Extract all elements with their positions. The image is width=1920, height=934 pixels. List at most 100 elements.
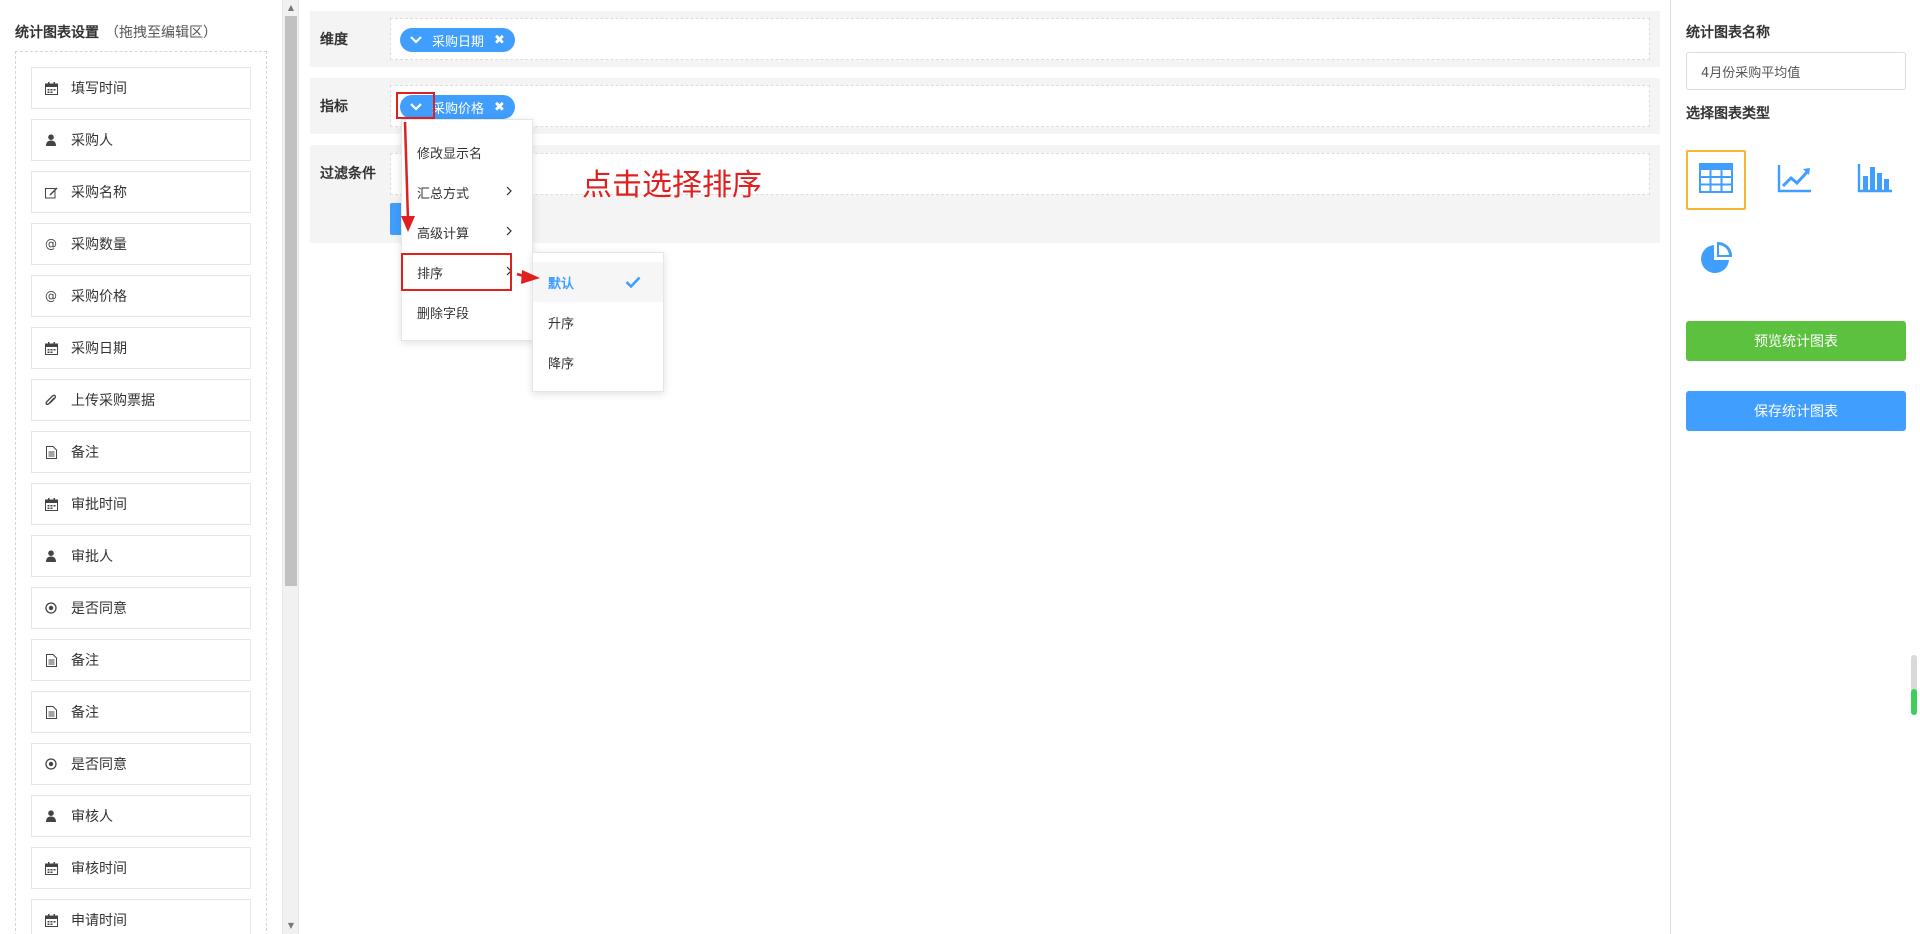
bar-chart-icon	[1857, 163, 1893, 197]
field-item[interactable]: 上传采购票据	[31, 379, 251, 421]
close-icon[interactable]: ✖	[494, 100, 505, 115]
field-label: 申请时间	[71, 913, 127, 929]
field-item[interactable]: 审核人	[31, 795, 251, 837]
settings-panel: 统计图表名称 4月份采购平均值 选择图表类型 预览统计图表 保存统计图表	[1671, 0, 1920, 934]
chart-type-pie[interactable]	[1686, 230, 1746, 290]
field-label: 审批时间	[71, 497, 127, 513]
paperclip-icon	[44, 393, 58, 407]
sort-option-ascending[interactable]: 升序	[533, 302, 663, 342]
field-item[interactable]: 审核时间	[31, 847, 251, 889]
field-item[interactable]: 备注	[31, 691, 251, 733]
field-label: 采购名称	[71, 185, 127, 201]
sort-option-default[interactable]: 默认	[533, 262, 663, 302]
user-icon	[44, 549, 58, 563]
close-icon[interactable]: ✖	[494, 33, 505, 48]
field-item[interactable]: 采购日期	[31, 327, 251, 369]
field-label: 是否同意	[71, 757, 127, 773]
line-chart-icon	[1777, 163, 1813, 197]
document-icon	[44, 445, 58, 459]
field-item[interactable]: 审批人	[31, 535, 251, 577]
field-item[interactable]: @ 采购价格	[31, 275, 251, 317]
dimension-label: 维度	[320, 32, 348, 48]
chart-type-line[interactable]	[1765, 150, 1825, 210]
field-item[interactable]: 审批时间	[31, 483, 251, 525]
dimension-tag-label: 采购日期	[432, 34, 485, 50]
sort-option-label: 默认	[548, 276, 575, 292]
preview-chart-button[interactable]: 预览统计图表	[1686, 321, 1906, 361]
table-icon	[1699, 163, 1733, 197]
save-chart-label: 保存统计图表	[1754, 404, 1838, 420]
menu-item-label: 删除字段	[417, 306, 470, 322]
field-list: 填写时间 采购人 采购名称 @ 采购数量 @ 采购价格 采购日期 上传采购票据 …	[15, 51, 267, 934]
chart-type-label: 选择图表类型	[1686, 106, 1770, 122]
field-item[interactable]: 采购人	[31, 119, 251, 161]
user-icon	[44, 809, 58, 823]
field-label: 采购人	[71, 133, 113, 149]
sort-option-label: 升序	[548, 316, 575, 332]
field-label: 备注	[71, 705, 99, 721]
scroll-down-arrow-icon[interactable]: ▼	[286, 921, 296, 931]
chart-name-value: 4月份采购平均值	[1701, 65, 1801, 81]
chart-name-input[interactable]: 4月份采购平均值	[1686, 52, 1906, 90]
field-item[interactable]: 备注	[31, 639, 251, 681]
field-panel-hint: （拖拽至编辑区）	[105, 25, 217, 41]
field-panel-scrollbar[interactable]: ▲ ▼	[282, 0, 298, 934]
field-panel-title-text: 统计图表设置	[15, 25, 99, 41]
field-label: 采购数量	[71, 237, 127, 253]
calendar-icon	[44, 861, 58, 875]
field-label: 备注	[71, 445, 99, 461]
field-item[interactable]: 申请时间	[31, 899, 251, 934]
side-scroll-indicator[interactable]	[1911, 655, 1917, 715]
radio-icon	[44, 601, 58, 615]
field-label: 审核人	[71, 809, 113, 825]
field-item[interactable]: 是否同意	[31, 587, 251, 629]
chart-type-bar[interactable]	[1845, 150, 1905, 210]
app-root: 统计图表设置 （拖拽至编辑区） 填写时间 采购人 采购名称 @ 采购数量 @ 采购…	[0, 0, 1920, 934]
preview-chart-label: 预览统计图表	[1754, 334, 1838, 350]
scroll-up-arrow-icon[interactable]: ▲	[286, 3, 296, 13]
field-item[interactable]: @ 采购数量	[31, 223, 251, 265]
check-icon	[625, 273, 641, 292]
sort-option-label: 降序	[548, 356, 575, 372]
field-label: 采购价格	[71, 289, 127, 305]
at-icon: @	[45, 237, 57, 251]
sort-option-descending[interactable]: 降序	[533, 342, 663, 382]
filter-drop-zone[interactable]	[390, 153, 1650, 195]
filter-label: 过滤条件	[320, 166, 376, 182]
metric-tag-label: 采购价格	[432, 101, 485, 117]
user-icon	[44, 133, 58, 147]
dimension-drop-zone[interactable]: 采购日期 ✖	[390, 18, 1650, 60]
field-item[interactable]: 是否同意	[31, 743, 251, 785]
chart-type-table[interactable]	[1686, 150, 1746, 210]
field-item[interactable]: 采购名称	[31, 171, 251, 213]
menu-item-delete-field[interactable]: 删除字段	[402, 292, 532, 332]
chevron-down-icon[interactable]	[408, 32, 424, 48]
divider	[298, 0, 299, 934]
field-panel-title: 统计图表设置 （拖拽至编辑区）	[15, 22, 217, 42]
field-label: 备注	[71, 653, 99, 669]
field-label: 采购日期	[71, 341, 127, 357]
metric-label: 指标	[320, 99, 348, 115]
field-item[interactable]: 备注	[31, 431, 251, 473]
field-panel: 统计图表设置 （拖拽至编辑区） 填写时间 采购人 采购名称 @ 采购数量 @ 采购…	[0, 0, 282, 934]
field-label: 填写时间	[71, 81, 127, 97]
sort-submenu: 默认 升序 降序	[532, 252, 664, 392]
scrollbar-thumb[interactable]	[285, 16, 297, 586]
metric-drop-zone[interactable]: 采购价格 ✖	[390, 85, 1650, 127]
save-chart-button[interactable]: 保存统计图表	[1686, 391, 1906, 431]
annotation-arrowhead-down	[401, 216, 415, 232]
at-icon: @	[45, 289, 57, 303]
field-label: 上传采购票据	[71, 393, 155, 409]
dimension-tag[interactable]: 采购日期 ✖	[400, 28, 515, 52]
calendar-icon	[44, 81, 58, 95]
pie-chart-icon	[1699, 241, 1733, 279]
field-item[interactable]: 填写时间	[31, 67, 251, 109]
annotation-arrows	[401, 121, 540, 284]
annotation-arrowhead-right	[521, 270, 540, 284]
annotation-highlight-chevron	[396, 92, 435, 119]
calendar-icon	[44, 497, 58, 511]
document-icon	[44, 653, 58, 667]
annotation-arrow-down	[403, 121, 410, 221]
calendar-icon	[44, 341, 58, 355]
chart-name-label: 统计图表名称	[1686, 25, 1770, 41]
